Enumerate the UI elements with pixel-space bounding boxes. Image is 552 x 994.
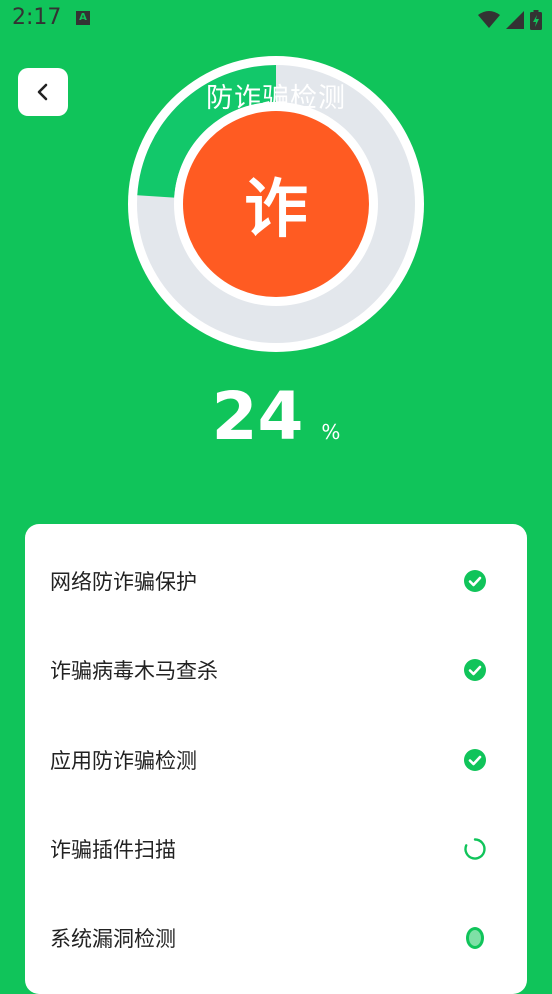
percent-unit: % [321,420,341,444]
loading-ring-icon [464,838,486,860]
list-item-network-protection: 网络防诈骗保护 [25,561,527,601]
page-title: 防诈骗检测 [206,83,346,114]
list-item-app-detection: 应用防诈骗检测 [25,740,527,780]
signal-icon [506,11,524,29]
battery-icon [530,10,542,30]
wifi-icon [478,11,500,28]
item-label: 诈骗插件扫描 [50,838,176,862]
percent-value: 24 [211,378,304,455]
loading-dot-icon [466,927,484,949]
item-label: 网络防诈骗保护 [50,570,197,594]
list-item-virus-scan: 诈骗病毒木马查杀 [25,650,527,690]
status-icons [478,8,542,32]
status-time: 2:17 [12,5,62,30]
item-label: 诈骗病毒木马查杀 [50,659,218,683]
list-item-vulnerability-check: 系统漏洞检测 [25,918,527,958]
notification-a-icon: A [76,11,90,25]
percent-row: 24% [0,378,552,455]
check-circle-icon [464,749,486,771]
check-circle-icon [464,659,486,681]
status-bar: 2:17 A [0,0,552,40]
checklist-card: 网络防诈骗保护 诈骗病毒木马查杀 应用防诈骗检测 诈骗插件扫描 系统漏洞检测 [25,524,527,994]
item-label: 应用防诈骗检测 [50,749,197,773]
check-circle-icon [464,570,486,592]
item-label: 系统漏洞检测 [50,927,176,951]
list-item-plugin-scan: 诈骗插件扫描 [25,829,527,869]
